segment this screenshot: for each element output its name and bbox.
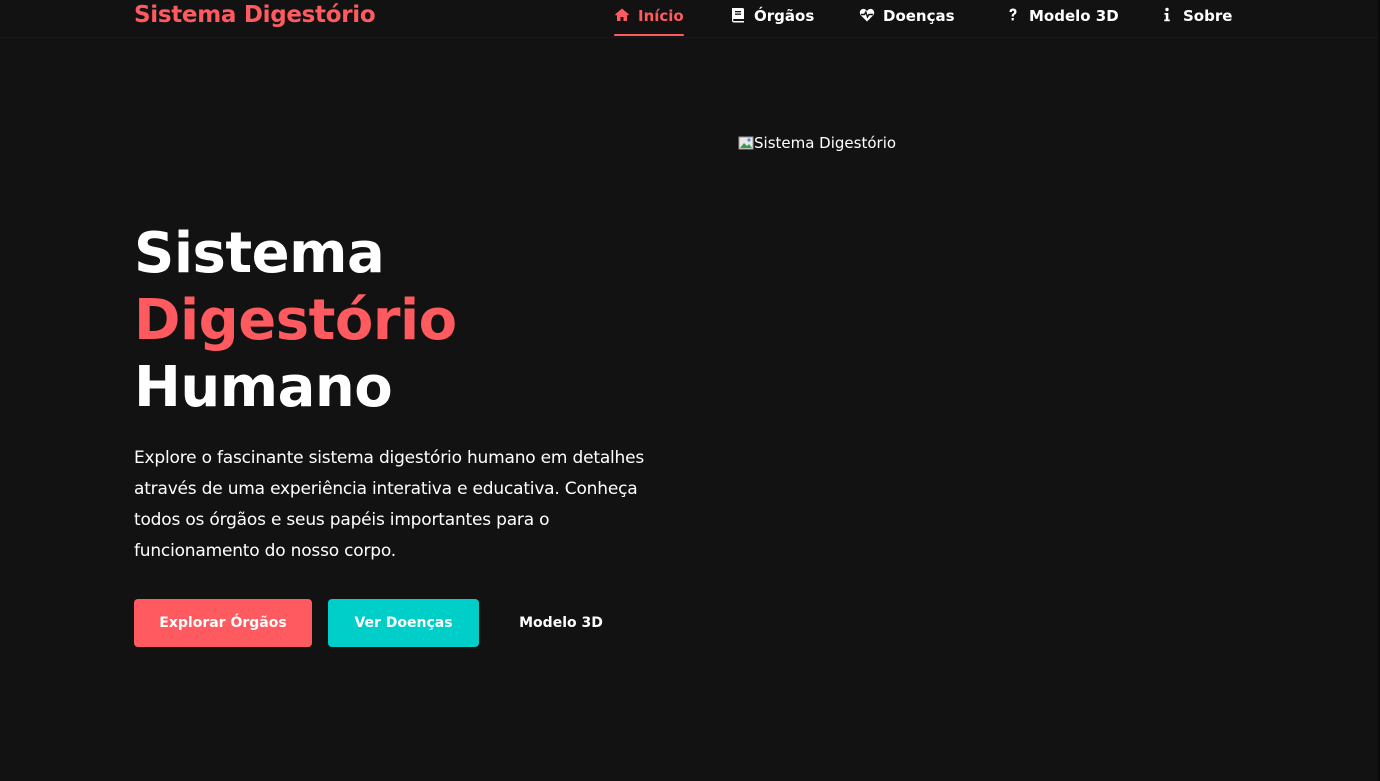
nav-item-label: Início: [638, 7, 684, 25]
home-icon: [614, 7, 630, 23]
view-diseases-button[interactable]: Ver Doenças: [328, 599, 479, 647]
nav-item-sobre[interactable]: Sobre: [1159, 5, 1232, 37]
hero-image-alt-text: Sistema Digestório: [754, 134, 897, 152]
hero-image: Sistema Digestório: [738, 134, 896, 152]
hero-description: Explore o fascinante sistema digestório …: [134, 448, 645, 561]
hero-title-line-3: Humano: [134, 355, 393, 420]
broken-image-icon: [738, 135, 754, 151]
model-3d-button[interactable]: Modelo 3D: [495, 599, 627, 647]
nav-item-label: Órgãos: [754, 7, 815, 25]
nav-links: Início Órgãos Doenças Modelo 3D Sobre: [0, 0, 1380, 38]
explore-organs-button[interactable]: Explorar Órgãos: [134, 599, 312, 647]
nav-item-label: Sobre: [1183, 7, 1233, 25]
hero-title-line-2: Digestório: [134, 288, 457, 353]
nav-item-orgaos[interactable]: Órgãos: [730, 5, 814, 37]
hero-title-line-1: Sistema: [134, 221, 385, 286]
nav-item-label: Modelo 3D: [1029, 7, 1119, 25]
nav-item-inicio[interactable]: Início: [614, 5, 684, 37]
book-icon: [730, 7, 746, 23]
heartbeat-icon: [859, 7, 875, 23]
nav-item-doencas[interactable]: Doenças: [859, 5, 955, 37]
navbar: Sistema Digestório Início Órgãos Doenças…: [0, 0, 1380, 38]
nav-item-modelo-3d[interactable]: Modelo 3D: [1005, 5, 1119, 37]
question-icon: [1005, 7, 1021, 23]
hero-title: Sistema Digestório Humano: [134, 220, 457, 421]
info-icon: [1159, 7, 1175, 23]
nav-item-label: Doenças: [883, 7, 955, 25]
